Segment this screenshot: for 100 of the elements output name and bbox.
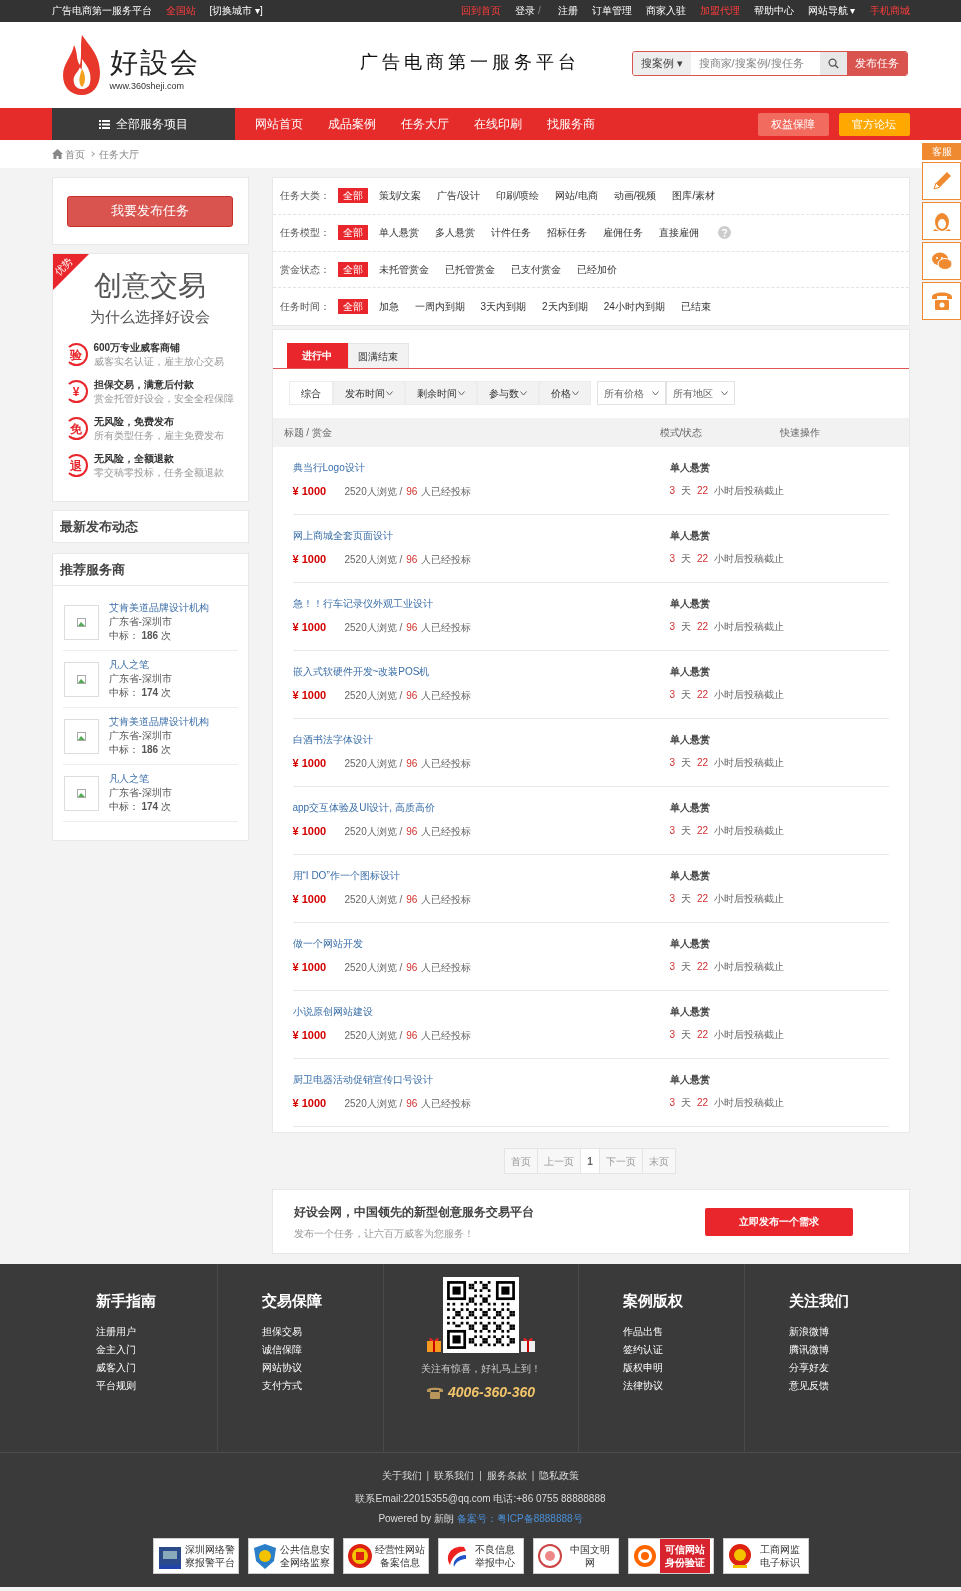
top-link[interactable]: 手机商城 <box>869 6 910 16</box>
task-title[interactable]: 网上商城全套页面设计 <box>292 530 670 542</box>
footer-link[interactable]: 关于我们 <box>381 1468 422 1483</box>
footer-link[interactable]: 作品出售 <box>622 1324 744 1338</box>
footer-link[interactable]: 新浪微博 <box>788 1324 911 1338</box>
filter-option[interactable]: 多人悬赏 <box>429 225 480 241</box>
footer-link[interactable]: 诚信保障 <box>261 1342 383 1356</box>
all-services-menu[interactable]: 全部服务项目 <box>51 108 235 140</box>
footer-link[interactable]: 金主入门 <box>95 1342 217 1356</box>
task-title[interactable]: 急！！行车记录仪外观工业设计 <box>292 598 670 610</box>
certification-badge[interactable]: 中国文明 网 <box>532 1538 619 1574</box>
task-title[interactable]: 白酒书法字体设计 <box>292 734 670 746</box>
footer-link[interactable]: 版权申明 <box>622 1360 744 1374</box>
footer-link[interactable]: 意见反馈 <box>788 1378 911 1392</box>
feedback-button[interactable] <box>922 162 961 200</box>
filter-option[interactable]: 直接雇佣 <box>653 225 704 241</box>
sort-button[interactable]: 发布时间 <box>332 381 405 405</box>
dropdown-select[interactable]: 所有地区 <box>665 381 735 405</box>
filter-option[interactable]: 已经加价 <box>571 261 622 277</box>
dropdown-select[interactable]: 所有价格 <box>596 381 666 405</box>
filter-option[interactable]: 动画/视频 <box>608 188 662 204</box>
filter-option[interactable]: 全部 <box>337 188 368 204</box>
filter-option[interactable]: 24小时内到期 <box>598 299 670 315</box>
footer-link[interactable]: 服务条款 <box>486 1468 527 1483</box>
filter-option[interactable]: 雇佣任务 <box>597 225 648 241</box>
filter-option[interactable]: 全部 <box>337 261 368 277</box>
certification-badge[interactable]: 公共信息安 全网络监察 <box>247 1538 334 1574</box>
sort-button[interactable]: 剩余时间 <box>404 381 477 405</box>
certification-badge[interactable]: 经营性网站 备案信息 <box>342 1538 429 1574</box>
top-link[interactable]: 帮助中心 <box>753 6 794 16</box>
filter-option[interactable]: 全部 <box>337 225 368 241</box>
top-link[interactable]: 商家入驻 <box>645 6 686 16</box>
provider-name[interactable]: 艾肯美道品牌设计机构 <box>108 601 209 615</box>
footer-link[interactable]: 网站协议 <box>261 1360 383 1374</box>
task-title[interactable]: 厨卫电器活动促销宣传口号设计 <box>292 1074 670 1086</box>
tab[interactable]: 进行中 <box>286 343 348 368</box>
footer-link[interactable]: 分享好友 <box>788 1360 911 1374</box>
sort-button[interactable]: 综合 <box>288 381 333 405</box>
post-task-button[interactable]: 我要发布任务 <box>67 195 233 227</box>
footer-link[interactable]: 平台规则 <box>95 1378 217 1392</box>
certification-badge[interactable]: 不良信息 举报中心 <box>437 1538 524 1574</box>
footer-link[interactable]: 担保交易 <box>261 1324 383 1338</box>
top-link[interactable]: 回到首页 <box>460 6 501 16</box>
footer-link[interactable]: 隐私政策 <box>539 1468 580 1483</box>
footer-link[interactable]: 注册用户 <box>95 1324 217 1338</box>
nav-link[interactable]: 找服务商 <box>546 115 595 133</box>
certification-badge[interactable]: 深圳网络警 察报警平台 <box>152 1538 239 1574</box>
filter-option[interactable]: 3天内到期 <box>475 299 532 315</box>
task-title[interactable]: 典当行Logo设计 <box>292 462 670 474</box>
task-title[interactable]: 小说原创网站建设 <box>292 1006 670 1018</box>
filter-option[interactable]: 印刷/喷绘 <box>491 188 544 204</box>
filter-option[interactable]: 广告/设计 <box>432 188 486 204</box>
filter-option[interactable]: 2天内到期 <box>537 299 593 315</box>
filter-option[interactable]: 网站/电商 <box>549 188 603 204</box>
filter-option[interactable]: 已结束 <box>675 299 716 315</box>
icp-link[interactable]: 备案号：粤ICP备8888888号 <box>457 1511 583 1526</box>
certification-badge[interactable]: 工商网监 电子标识 <box>722 1538 809 1574</box>
nav-link[interactable]: 网站首页 <box>254 115 303 133</box>
top-link[interactable]: 广告电商第一服务平台 <box>51 6 152 16</box>
filter-option[interactable]: 单人悬赏 <box>373 225 424 241</box>
filter-option[interactable]: 一周内到期 <box>409 299 470 315</box>
publish-request-button[interactable]: 立即发布一个需求 <box>704 1207 853 1236</box>
footer-link[interactable]: 腾讯微博 <box>788 1342 911 1356</box>
filter-option[interactable]: 策划/文案 <box>373 188 427 204</box>
nav-link[interactable]: 成品案例 <box>327 115 376 133</box>
sort-button[interactable]: 价格 <box>538 381 591 405</box>
provider-name[interactable]: 艾肯美道品牌设计机构 <box>108 715 209 729</box>
filter-option[interactable]: 计件任务 <box>485 225 536 241</box>
top-link[interactable]: 登录 <box>514 6 535 16</box>
tab[interactable]: 圆满结束 <box>347 343 409 368</box>
provider-name[interactable]: 凡人之笔 <box>108 658 172 672</box>
footer-link[interactable]: 法律协议 <box>622 1378 744 1392</box>
top-link[interactable]: 订单管理 <box>591 6 632 16</box>
top-link[interactable]: 全国站 <box>165 6 196 16</box>
phone-button[interactable] <box>922 282 961 320</box>
filter-option[interactable]: 未托管赏金 <box>373 261 434 277</box>
task-title[interactable]: 做一个网站开发 <box>292 938 670 950</box>
task-title[interactable]: app交互体验及UI设计, 高质高价 <box>292 802 670 814</box>
task-title[interactable]: 用“I DO”作一个图标设计 <box>292 870 670 882</box>
filter-option[interactable]: 已支付赏金 <box>505 261 566 277</box>
provider-name[interactable]: 凡人之笔 <box>108 772 172 786</box>
breadcrumb-link[interactable]: 首页 <box>64 146 85 162</box>
filter-option[interactable]: 图库/素材 <box>667 188 721 204</box>
top-link[interactable]: 注册 <box>557 6 578 16</box>
filter-option[interactable]: 全部 <box>337 299 368 315</box>
nav-link[interactable]: 任务大厅 <box>400 115 449 133</box>
help-icon[interactable] <box>717 226 731 240</box>
footer-link[interactable]: 签约认证 <box>622 1342 744 1356</box>
messenger-button[interactable] <box>922 202 961 240</box>
top-link[interactable]: 网站导航 ▾ <box>807 6 856 16</box>
chat-button[interactable] <box>922 242 961 280</box>
footer-link[interactable]: 支付方式 <box>261 1378 383 1392</box>
top-link[interactable]: 加盟代理 <box>699 6 740 16</box>
top-link[interactable]: [切换城市 ▾] <box>209 6 263 16</box>
footer-link[interactable]: 威客入门 <box>95 1360 217 1374</box>
nav-link[interactable]: 在线印刷 <box>473 115 522 133</box>
certification-badge[interactable]: 可信网站 身份验证 <box>627 1538 714 1574</box>
filter-option[interactable]: 招标任务 <box>541 225 592 241</box>
filter-option[interactable]: 加急 <box>373 299 404 315</box>
filter-option[interactable]: 已托管赏金 <box>439 261 500 277</box>
